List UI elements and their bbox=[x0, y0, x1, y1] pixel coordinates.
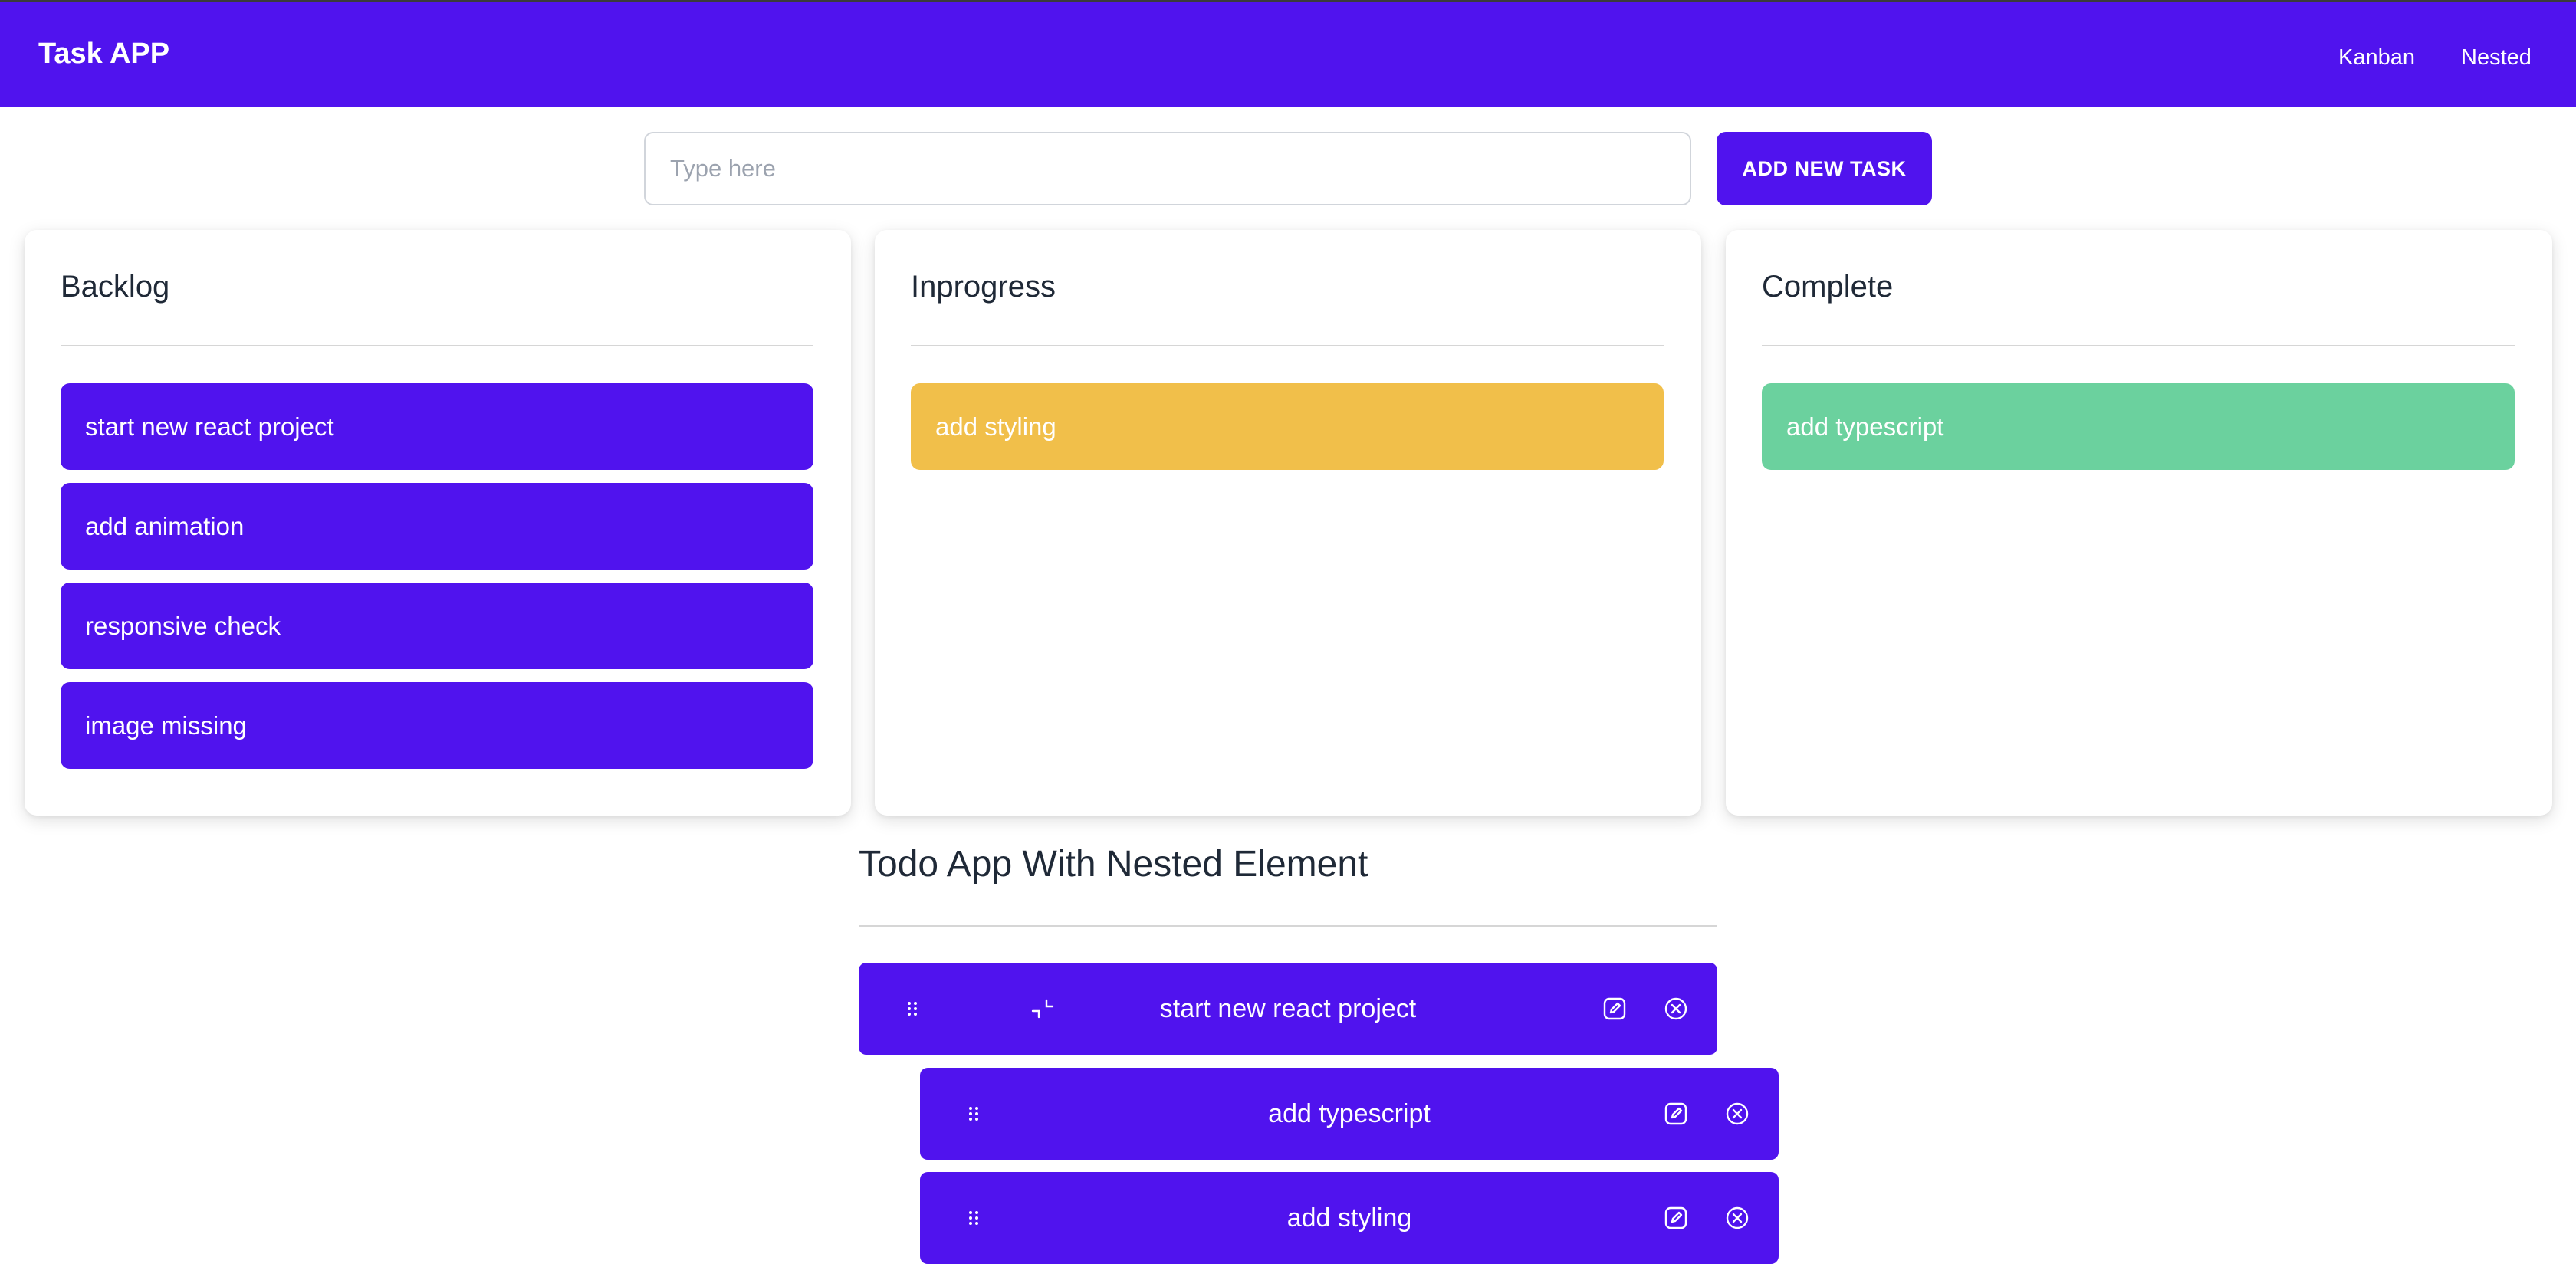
drag-handle-icon[interactable] bbox=[905, 995, 920, 1023]
nav-link-nested[interactable]: Nested bbox=[2461, 45, 2532, 71]
column-divider bbox=[1762, 345, 2515, 346]
edit-icon[interactable] bbox=[1601, 995, 1628, 1023]
column-inprogress: Inprogress add styling bbox=[875, 230, 1701, 816]
column-divider bbox=[61, 345, 813, 346]
nested-item-label: start new react project bbox=[1159, 993, 1417, 1023]
nav-link-kanban[interactable]: Kanban bbox=[2338, 45, 2415, 71]
card-list: add typescript bbox=[1762, 383, 2515, 483]
task-card[interactable]: add typescript bbox=[1762, 383, 2515, 470]
edit-icon[interactable] bbox=[1662, 1100, 1690, 1128]
nested-section-title: Todo App With Nested Element bbox=[859, 844, 1368, 885]
card-list: add styling bbox=[911, 383, 1664, 483]
delete-icon[interactable] bbox=[1723, 1100, 1751, 1128]
task-card[interactable]: add styling bbox=[911, 383, 1664, 470]
column-title: Complete bbox=[1762, 270, 1894, 304]
nested-item[interactable]: add styling bbox=[920, 1172, 1779, 1264]
task-card[interactable]: responsive check bbox=[61, 583, 813, 669]
column-backlog: Backlog start new react project add anim… bbox=[25, 230, 851, 816]
add-new-task-button[interactable]: ADD NEW TASK bbox=[1717, 132, 1932, 205]
new-task-input[interactable] bbox=[644, 132, 1691, 205]
column-title: Backlog bbox=[61, 270, 170, 304]
column-complete: Complete add typescript bbox=[1726, 230, 2552, 816]
task-card[interactable]: start new react project bbox=[61, 383, 813, 470]
column-title: Inprogress bbox=[911, 270, 1056, 304]
navbar: Task APP Kanban Nested bbox=[0, 0, 2576, 107]
nested-divider bbox=[859, 925, 1717, 927]
nested-item-label: add typescript bbox=[1268, 1098, 1431, 1128]
app-brand: Task APP bbox=[38, 38, 170, 70]
drag-handle-icon[interactable] bbox=[966, 1100, 981, 1128]
delete-icon[interactable] bbox=[1723, 1204, 1751, 1232]
nested-item[interactable]: add typescript bbox=[920, 1068, 1779, 1160]
task-card[interactable]: add animation bbox=[61, 483, 813, 570]
app-root: Task APP Kanban Nested ADD NEW TASK Back… bbox=[0, 0, 2576, 1277]
drag-handle-icon[interactable] bbox=[966, 1204, 981, 1232]
nested-item[interactable]: start new react project bbox=[859, 963, 1717, 1055]
edit-icon[interactable] bbox=[1662, 1204, 1690, 1232]
nested-item-label: add styling bbox=[1286, 1203, 1412, 1233]
collapse-icon[interactable] bbox=[1029, 995, 1056, 1023]
card-list: start new react project add animation re… bbox=[61, 383, 813, 782]
column-divider bbox=[911, 345, 1664, 346]
delete-icon[interactable] bbox=[1662, 995, 1690, 1023]
task-card[interactable]: image missing bbox=[61, 682, 813, 769]
